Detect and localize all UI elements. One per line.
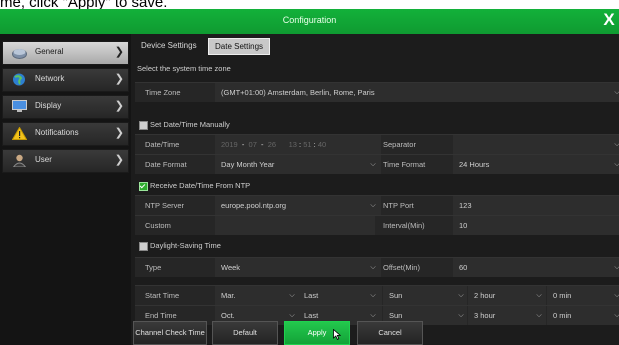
ntp-label: Receive Date/Time From NTP: [150, 181, 251, 190]
user-icon: [12, 154, 27, 168]
general-icon: [12, 46, 27, 59]
close-button[interactable]: X: [601, 10, 617, 30]
chevron-down-icon: ⌵: [536, 292, 542, 299]
sidebar-item-notifications[interactable]: Notifications ❯: [2, 122, 129, 146]
time-format-select[interactable]: 24 Hours: [453, 155, 619, 174]
manual-time-checkbox[interactable]: [139, 121, 148, 130]
chevron-down-icon: ⌵: [458, 312, 464, 319]
manual-time-label: Set Date/Time Manually: [150, 120, 230, 129]
start-minute-select[interactable]: 0 min: [547, 286, 619, 305]
chevron-down-icon: ⌵: [614, 161, 619, 168]
datetime-label: Date/Time: [145, 140, 180, 149]
date-separator: -: [261, 140, 264, 149]
channel-check-time-button[interactable]: Channel Check Time: [133, 321, 207, 345]
sidebar: General ❯ Network ❯ Display ❯ Notificati…: [0, 34, 131, 345]
sidebar-item-label: Notifications: [35, 128, 79, 137]
settings-panel: Device Settings Date Settings Select the…: [131, 34, 619, 345]
chevron-right-icon: ❯: [114, 127, 124, 139]
chevron-down-icon: ⌵: [614, 89, 619, 96]
date-day: 26: [267, 140, 277, 149]
end-minute-select[interactable]: 0 min: [547, 306, 619, 325]
chevron-down-icon: ⌵: [614, 292, 619, 299]
dst-type-label: Type: [145, 263, 162, 272]
sidebar-item-display[interactable]: Display ❯: [2, 95, 129, 119]
chevron-down-icon: ⌵: [458, 292, 464, 299]
start-day-select[interactable]: Sun: [383, 286, 467, 305]
chevron-down-icon: ⌵: [370, 264, 376, 271]
time-hour: 13: [288, 140, 297, 149]
ntp-port-label: NTP Port: [383, 201, 414, 210]
ntp-server-select[interactable]: europe.pool.ntp.org: [215, 196, 381, 215]
tab-date-settings[interactable]: Date Settings: [208, 38, 271, 55]
interval-input[interactable]: 10: [453, 216, 619, 235]
date-format-select[interactable]: Day Month Year: [215, 155, 381, 174]
chevron-right-icon: ❯: [114, 100, 124, 112]
chevron-right-icon: ❯: [114, 73, 124, 85]
date-format-label: Date Format: [145, 160, 187, 169]
tab-device-settings[interactable]: Device Settings: [135, 38, 203, 53]
default-button[interactable]: Default: [212, 321, 278, 345]
dst-label: Daylight-Saving Time: [150, 241, 221, 250]
timezone-select[interactable]: (GMT+01:00) Amsterdam, Berlin, Rome, Par…: [215, 83, 619, 102]
network-icon: [12, 73, 27, 86]
sidebar-item-label: General: [35, 47, 64, 56]
dst-checkbox[interactable]: [139, 242, 148, 251]
sidebar-item-general[interactable]: General ❯: [2, 41, 129, 65]
time-separator: :: [313, 140, 316, 149]
display-icon: [12, 100, 27, 113]
chevron-down-icon: ⌵: [536, 312, 542, 319]
mouse-cursor-icon: [333, 327, 342, 340]
custom-label: Custom: [145, 221, 171, 230]
date-format-row: Date Format Day Month Year ⌵ Time Format…: [135, 154, 619, 174]
warning-icon: [11, 126, 28, 140]
separator-label: Separator: [383, 140, 416, 149]
time-minute: 51: [303, 140, 312, 149]
window-title: Configuration: [282, 15, 337, 25]
date-month: 07: [248, 140, 257, 149]
chevron-down-icon: ⌵: [614, 312, 619, 319]
sidebar-item-network[interactable]: Network ❯: [2, 68, 129, 92]
chevron-down-icon: ⌵: [614, 264, 619, 271]
ntp-port-input[interactable]: 123: [453, 196, 619, 215]
timezone-label: Time Zone: [145, 88, 181, 97]
custom-input[interactable]: [215, 216, 375, 235]
ntp-server-row: NTP Server europe.pool.ntp.org ⌵ NTP Por…: [135, 195, 619, 215]
sidebar-item-user[interactable]: User ❯: [2, 149, 129, 173]
time-separator: :: [299, 140, 302, 149]
time-second: 40: [317, 140, 327, 149]
chevron-down-icon: ⌵: [370, 161, 376, 168]
date-year: 2019: [221, 140, 238, 149]
chevron-down-icon: ⌵: [289, 292, 295, 299]
title-bar: Configuration X: [0, 9, 619, 34]
start-month-select[interactable]: Mar.: [215, 286, 299, 305]
date-separator: -: [241, 140, 245, 149]
datetime-field[interactable]: 2019 - 07 - 26 13 : 51 : 40: [215, 135, 381, 154]
chevron-down-icon: ⌵: [370, 202, 376, 209]
offset-select[interactable]: 60: [453, 258, 619, 277]
dst-type-row: Type Week ⌵ Offset(Min) 60 ⌵: [135, 257, 619, 277]
offset-label: Offset(Min): [383, 263, 420, 272]
chevron-down-icon: ⌵: [370, 292, 376, 299]
time-format-label: Time Format: [383, 160, 426, 169]
sidebar-item-label: User: [35, 155, 52, 164]
ntp-custom-row: Custom Interval(Min) 10: [135, 215, 619, 235]
ntp-server-label: NTP Server: [145, 201, 185, 210]
cancel-button[interactable]: Cancel: [357, 321, 423, 345]
configuration-window: Configuration X General ❯ Network ❯ Disp…: [0, 9, 619, 345]
separator-select[interactable]: [453, 135, 619, 154]
interval-label: Interval(Min): [383, 221, 425, 230]
datetime-row: Date/Time 2019 - 07 - 26 13 : 51 : 40 Se…: [135, 134, 619, 154]
sidebar-item-label: Display: [35, 101, 62, 110]
timezone-section-label: Select the system time zone: [137, 64, 231, 73]
chevron-down-icon: ⌵: [614, 141, 619, 148]
timezone-row: Time Zone (GMT+01:00) Amsterdam, Berlin,…: [135, 82, 619, 102]
chevron-right-icon: ❯: [114, 46, 124, 58]
chevron-right-icon: ❯: [114, 154, 124, 166]
dst-start-row: Start Time Mar. ⌵ Last ⌵ Sun ⌵ 2 hour ⌵ …: [135, 285, 619, 305]
ntp-checkbox[interactable]: [139, 182, 148, 191]
dst-type-select[interactable]: Week: [215, 258, 381, 277]
sidebar-item-label: Network: [35, 74, 65, 83]
start-time-label: Start Time: [145, 291, 180, 300]
